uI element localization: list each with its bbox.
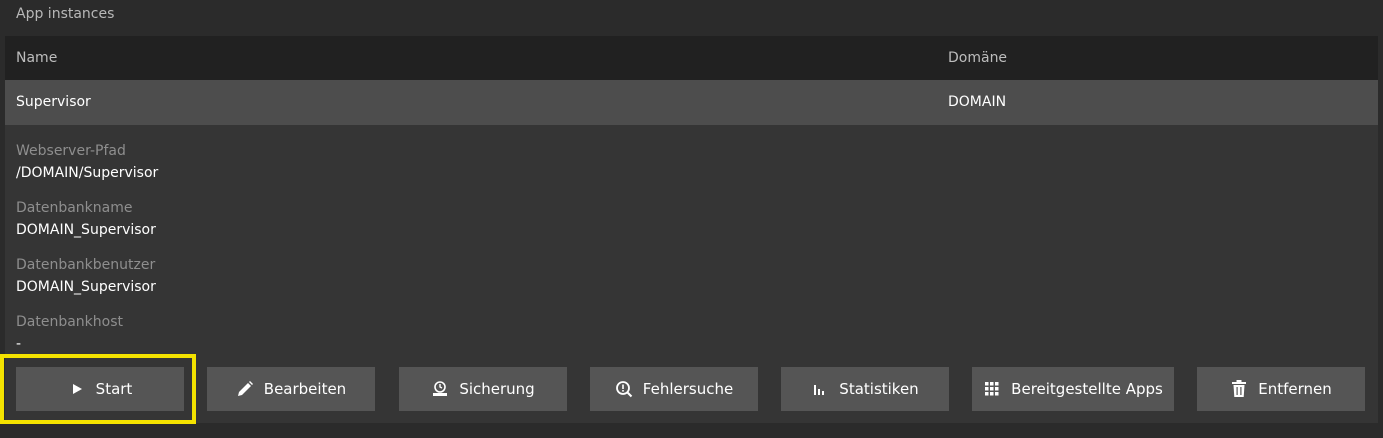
statistics-button-label: Statistiken xyxy=(839,380,919,398)
detail-value: DOMAIN_Supervisor xyxy=(16,222,156,238)
action-bar: Start Bearbeiten Sicherung Fehlersuche S xyxy=(5,365,1378,413)
row-name: Supervisor xyxy=(16,94,91,110)
detail-database-name: Datenbankname DOMAIN_Supervisor xyxy=(16,199,616,256)
column-header-name[interactable]: Name xyxy=(16,50,57,66)
section-title: App instances xyxy=(16,6,115,22)
backup-button[interactable]: Sicherung xyxy=(399,367,567,411)
edit-button-label: Bearbeiten xyxy=(263,380,347,398)
detail-label: Webserver-Pfad xyxy=(16,143,126,159)
detail-value: - xyxy=(16,336,22,352)
instance-details: Webserver-Pfad /DOMAIN/Supervisor Datenb… xyxy=(16,142,616,370)
deployed-apps-button-label: Bereitgestellte Apps xyxy=(1011,380,1163,398)
backup-button-label: Sicherung xyxy=(459,380,535,398)
grid-icon xyxy=(983,380,1001,398)
search-icon xyxy=(615,380,633,398)
detail-webserver-path: Webserver-Pfad /DOMAIN/Supervisor xyxy=(16,142,616,199)
detail-label: Datenbankname xyxy=(16,200,133,216)
edit-button[interactable]: Bearbeiten xyxy=(207,367,375,411)
detail-label: Datenbankhost xyxy=(16,314,124,330)
deployed-apps-button[interactable]: Bereitgestellte Apps xyxy=(972,367,1174,411)
detail-value: /DOMAIN/Supervisor xyxy=(16,165,159,181)
remove-button[interactable]: Entfernen xyxy=(1197,367,1365,411)
pencil-icon xyxy=(236,380,254,398)
table-header: Name Domäne xyxy=(5,36,1378,80)
detail-database-user: Datenbankbenutzer DOMAIN_Supervisor xyxy=(16,256,616,313)
app-instances-panel: Name Domäne Supervisor DOMAIN Webserver-… xyxy=(5,36,1378,423)
trash-icon xyxy=(1230,380,1248,398)
start-button-highlight xyxy=(0,354,196,424)
detail-value: DOMAIN_Supervisor xyxy=(16,279,156,295)
debug-button-label: Fehlersuche xyxy=(642,380,734,398)
debug-button[interactable]: Fehlersuche xyxy=(590,367,758,411)
row-domain: DOMAIN xyxy=(948,94,1007,110)
table-row[interactable]: Supervisor DOMAIN xyxy=(5,80,1378,125)
column-header-domain[interactable]: Domäne xyxy=(948,50,1007,66)
statistics-button[interactable]: Statistiken xyxy=(781,367,949,411)
remove-button-label: Entfernen xyxy=(1258,380,1332,398)
backup-icon xyxy=(431,380,449,398)
bar-chart-icon xyxy=(811,380,829,398)
detail-label: Datenbankbenutzer xyxy=(16,257,156,273)
